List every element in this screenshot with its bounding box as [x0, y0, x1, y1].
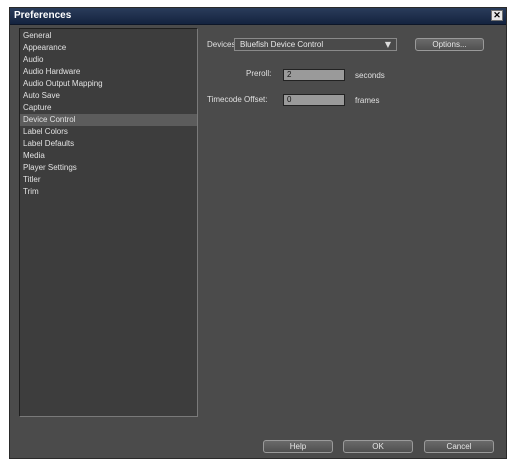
sidebar-item-player-settings[interactable]: Player Settings [20, 162, 197, 174]
sidebar-item-titler[interactable]: Titler [20, 174, 197, 186]
sidebar-item-appearance[interactable]: Appearance [20, 42, 197, 54]
sidebar-item-device-control[interactable]: Device Control [20, 114, 197, 126]
cancel-button[interactable]: Cancel [424, 440, 494, 453]
sidebar-item-auto-save[interactable]: Auto Save [20, 90, 197, 102]
timecode-offset-input[interactable]: 0 [283, 94, 345, 106]
ok-button[interactable]: OK [343, 440, 413, 453]
help-button[interactable]: Help [263, 440, 333, 453]
preroll-unit: seconds [355, 71, 385, 80]
options-button[interactable]: Options... [415, 38, 484, 51]
timecode-offset-unit: frames [355, 96, 380, 105]
sidebar-item-general[interactable]: General [20, 30, 197, 42]
sidebar-item-capture[interactable]: Capture [20, 102, 197, 114]
sidebar-item-audio-hardware[interactable]: Audio Hardware [20, 66, 197, 78]
devices-dropdown[interactable]: Bluefish Device Control ▼ [234, 38, 397, 51]
sidebar-item-audio[interactable]: Audio [20, 54, 197, 66]
preroll-input[interactable]: 2 [283, 69, 345, 81]
timecode-offset-label: Timecode Offset: [207, 95, 268, 104]
close-icon[interactable]: ✕ [491, 10, 503, 21]
preroll-label: Preroll: [246, 69, 272, 78]
chevron-down-icon: ▼ [384, 40, 391, 49]
sidebar-item-trim[interactable]: Trim [20, 186, 197, 198]
sidebar-item-media[interactable]: Media [20, 150, 197, 162]
sidebar-item-audio-output-mapping[interactable]: Audio Output Mapping [20, 78, 197, 90]
title-bar[interactable]: Preferences ✕ [10, 8, 506, 25]
category-list[interactable]: General Appearance Audio Audio Hardware … [19, 28, 198, 417]
sidebar-item-label-defaults[interactable]: Label Defaults [20, 138, 197, 150]
devices-value: Bluefish Device Control [240, 40, 324, 49]
window-title: Preferences [14, 10, 72, 21]
sidebar-item-label-colors[interactable]: Label Colors [20, 126, 197, 138]
